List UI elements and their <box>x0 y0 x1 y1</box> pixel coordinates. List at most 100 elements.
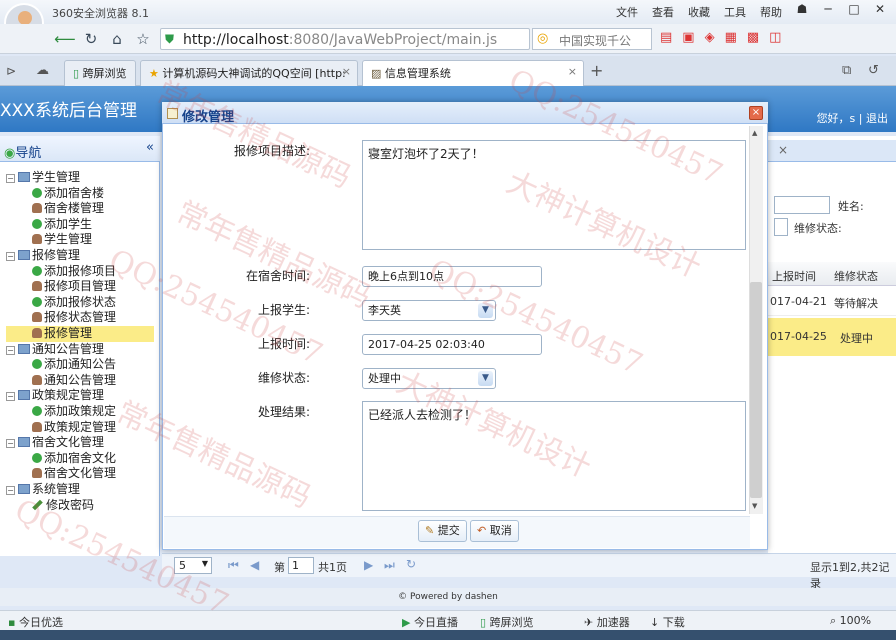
reload-icon[interactable]: ↻ <box>406 557 416 571</box>
nav-item-label: 添加宿舍文化 <box>44 450 117 465</box>
status-select[interactable]: 处理中 ▼ <box>362 368 496 389</box>
undo-close-icon[interactable]: ↺ <box>868 63 879 78</box>
nav-item[interactable]: 报修管理 <box>6 326 154 342</box>
nav-item[interactable]: 添加报修状态 <box>32 295 116 311</box>
table-row[interactable]: 017-04-25 处理中 <box>768 318 896 356</box>
minimize-icon[interactable]: ─ <box>818 2 838 20</box>
menu-help[interactable]: 帮助 <box>760 4 782 20</box>
student-select[interactable]: 李天英 ▼ <box>362 300 496 321</box>
menu-file[interactable]: 文件 <box>616 4 638 20</box>
status-zoom[interactable]: ⌕ 100% <box>830 614 871 628</box>
prev-page-icon[interactable]: ◀ <box>250 558 259 572</box>
nav-item[interactable]: 报修状态管理 <box>32 310 116 326</box>
page-input[interactable]: 1 <box>288 557 314 574</box>
status-cross-screen[interactable]: ▯ 跨屏浏览 <box>480 614 534 630</box>
nav-item[interactable]: 添加报修项目 <box>32 264 116 280</box>
nav-item[interactable]: 政策规定管理 <box>32 420 116 436</box>
restore-tab-icon[interactable]: ⧉ <box>842 63 851 78</box>
collapse-toggle-icon[interactable]: − <box>6 174 15 183</box>
collapse-toggle-icon[interactable]: − <box>6 392 15 402</box>
daily-picks[interactable]: ▪ 今日优选 <box>8 614 63 630</box>
nav-item[interactable]: 学生管理 <box>32 232 92 248</box>
col-repair-status[interactable]: 维修状态 <box>834 268 878 284</box>
status-accelerator[interactable]: ✈ 加速器 <box>584 614 630 630</box>
window-close-icon[interactable]: ✕ <box>870 2 890 20</box>
status-live[interactable]: ▶ 今日直播 <box>402 614 458 630</box>
nav-item[interactable]: 添加通知公告 <box>32 357 116 373</box>
nav-item-label: 报修管理 <box>44 326 93 340</box>
maximize-icon[interactable]: □ <box>844 2 864 20</box>
new-tab-button[interactable]: + <box>590 61 603 80</box>
nav-item[interactable]: 添加学生 <box>32 217 92 233</box>
cancel-button[interactable]: ↶ 取消 <box>470 520 519 542</box>
nav-item-label: 添加通知公告 <box>44 357 117 372</box>
nav-group[interactable]: − 宿舍文化管理 <box>6 435 104 451</box>
scroll-down-icon[interactable]: ▼ <box>752 502 757 510</box>
col-report-time[interactable]: 上报时间 <box>772 268 816 284</box>
greeting-text[interactable]: 您好，s | 退出 <box>817 110 888 126</box>
back-icon[interactable]: ⟵ <box>54 28 76 50</box>
submit-button[interactable]: ✎ 提交 <box>418 520 467 542</box>
nav-group[interactable]: − 通知公告管理 <box>6 342 104 358</box>
time-in-field[interactable]: 晚上6点到10点 <box>362 266 542 287</box>
nav-item-label: 添加学生 <box>44 216 93 231</box>
search-box[interactable]: ◎ 中国实现千公 <box>532 28 652 50</box>
dialog-close-button[interactable]: × <box>749 106 763 120</box>
chevron-down-icon[interactable]: ▼ <box>478 371 493 386</box>
menu-favorites[interactable]: 收藏 <box>688 4 710 20</box>
status-download[interactable]: ↓ 下载 <box>650 614 685 630</box>
nav-group[interactable]: − 系统管理 <box>6 482 80 498</box>
nav-item[interactable]: 宿舍文化管理 <box>32 466 116 482</box>
collapse-toggle-icon[interactable]: − <box>6 486 15 495</box>
chevron-down-icon[interactable]: ▼ <box>478 303 493 318</box>
nav-item[interactable]: 修改密码 <box>32 498 94 514</box>
bookmark-star-icon[interactable]: ☆ <box>132 28 154 50</box>
nav-group[interactable]: − 报修管理 <box>6 248 80 264</box>
first-page-icon[interactable]: ⏮ <box>228 558 239 573</box>
collapse-toggle-icon[interactable]: − <box>6 252 15 261</box>
tab-close-icon[interactable]: × <box>568 65 577 78</box>
nav-group[interactable]: − 学生管理 <box>6 170 80 186</box>
nav-group[interactable]: − 政策规定管理 <box>6 388 104 404</box>
refresh-icon[interactable]: ↻ <box>80 28 102 50</box>
search-input[interactable]: 中国实现千公 <box>559 32 639 49</box>
nav-collapse-icon[interactable]: « <box>146 140 154 155</box>
dialog-scroll-thumb[interactable] <box>750 282 762 498</box>
desc-textarea[interactable]: 寝室灯泡坏了2天了！ <box>362 140 746 250</box>
tab-cross-screen[interactable]: ▯ 跨屏浏览 <box>64 60 136 86</box>
cloud-icon[interactable]: ☁ <box>36 63 49 78</box>
url-text[interactable]: http://localhost:8080/JavaWebProject/mai… <box>183 32 497 48</box>
next-page-icon[interactable]: ▶ <box>364 558 373 572</box>
nav-item[interactable]: 报修项目管理 <box>32 279 116 295</box>
menu-view[interactable]: 查看 <box>652 4 674 20</box>
url-bar[interactable]: ⛊ http://localhost:8080/JavaWebProject/m… <box>160 28 530 50</box>
download-icon: ↓ <box>650 616 660 629</box>
result-textarea[interactable]: 已经派人去检测了！ <box>362 401 746 511</box>
grid-filter-field[interactable] <box>774 218 788 236</box>
report-time-field[interactable]: 2017-04-25 02:03:40 <box>362 334 542 355</box>
nav-item[interactable]: 宿舍楼管理 <box>32 201 104 217</box>
grid-tab-close-icon[interactable]: × <box>778 143 788 157</box>
toolbar-extension-icons[interactable]: ▤▣◈▦▩◫ <box>660 30 886 50</box>
nav-item[interactable]: 添加宿舍文化 <box>32 451 116 467</box>
nav-item-label: 学生管理 <box>32 170 81 184</box>
collapse-toggle-icon[interactable]: − <box>6 345 15 355</box>
collapse-toggle-icon[interactable]: − <box>6 439 15 449</box>
home-icon[interactable]: ⌂ <box>106 28 128 50</box>
nav-item[interactable]: 添加宿舍楼 <box>32 186 104 202</box>
grid-search-field[interactable] <box>774 196 830 214</box>
table-row[interactable]: 017-04-21 等待解决 <box>768 288 896 316</box>
tab-info-system[interactable]: ▨ 信息管理系统 × <box>362 60 584 86</box>
sidebar-toggle-icon[interactable]: ⊳ <box>6 64 16 78</box>
page-size-select[interactable]: 5 ▼ <box>174 557 212 574</box>
scroll-up-icon[interactable]: ▲ <box>752 129 757 137</box>
tab-qq-space[interactable]: ★ 计算机源码大神调试的QQ空间 [http: × <box>140 60 358 86</box>
menu-tools[interactable]: 工具 <box>724 4 746 20</box>
last-page-icon[interactable]: ⏭ <box>384 558 395 573</box>
nav-item-label: 报修项目管理 <box>44 279 117 294</box>
skin-icon[interactable]: ☗ <box>792 2 812 20</box>
nav-item[interactable]: 添加政策规定 <box>32 404 116 420</box>
tab-close-icon[interactable]: × <box>342 65 351 78</box>
nav-item[interactable]: 通知公告管理 <box>32 373 116 389</box>
add-icon <box>32 452 42 463</box>
